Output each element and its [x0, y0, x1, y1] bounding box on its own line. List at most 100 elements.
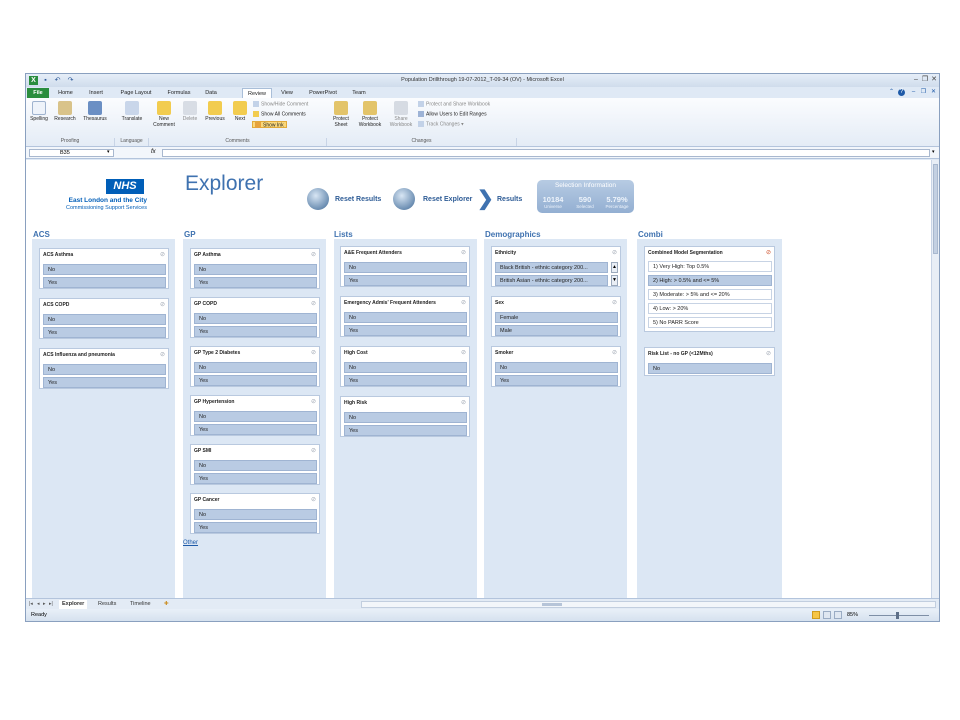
show-ink-button[interactable]: Show Ink — [252, 121, 287, 128]
clear-filter-icon[interactable]: ⊘ — [311, 300, 316, 307]
clear-filter-icon[interactable]: ⊘ — [461, 349, 466, 356]
clear-filter-icon[interactable]: ⊘ — [612, 299, 617, 306]
slicer-item-yes[interactable]: Yes — [43, 377, 166, 388]
protect-sheet-button[interactable]: Protect Sheet — [328, 101, 354, 128]
minimize-icon[interactable]: – — [910, 89, 917, 96]
tab-review[interactable]: Review — [242, 88, 272, 98]
slicer-item-no[interactable]: No — [344, 412, 467, 423]
prev-sheet-icon[interactable]: ◂ — [37, 600, 40, 609]
slicer-item-no[interactable]: No — [344, 312, 467, 323]
slicer-item-yes[interactable]: Yes — [344, 425, 467, 436]
previous-comment-button[interactable]: Previous — [202, 101, 228, 122]
slicer-item-no[interactable]: No — [495, 362, 618, 373]
slicer-item-yes[interactable]: Yes — [43, 327, 166, 338]
chevron-down-icon[interactable]: ▾ — [107, 149, 110, 155]
clear-filter-icon[interactable]: ⊘ — [461, 399, 466, 406]
scroll-thumb[interactable] — [933, 164, 938, 254]
clear-filter-icon[interactable]: ⊘ — [461, 249, 466, 256]
clear-filter-icon[interactable]: ⊘ — [461, 299, 466, 306]
tab-data[interactable]: Data — [200, 88, 222, 98]
next-sheet-icon[interactable]: ▸ — [43, 600, 46, 609]
reset-results-icon[interactable] — [307, 188, 329, 210]
slicer-item-yes[interactable]: Yes — [194, 473, 317, 484]
clear-filter-icon[interactable]: ⊘ — [766, 249, 771, 256]
slicer-item-yes[interactable]: Yes — [344, 325, 467, 336]
tab-view[interactable]: View — [276, 88, 298, 98]
vertical-scrollbar[interactable] — [931, 160, 939, 598]
tab-file[interactable]: File — [27, 88, 49, 98]
slicer-item-yes[interactable]: Yes — [344, 375, 467, 386]
thesaurus-button[interactable]: Thesaurus — [80, 101, 110, 122]
results-button[interactable]: Results — [497, 196, 522, 203]
slicer-item-ethnicity[interactable]: British Asian - ethnic category 200... — [495, 275, 608, 286]
close-icon[interactable]: ✕ — [930, 89, 937, 96]
clear-filter-icon[interactable]: ⊘ — [160, 301, 165, 308]
share-workbook-button[interactable]: Share Workbook — [386, 101, 416, 128]
page-layout-view-icon[interactable] — [823, 611, 831, 619]
reset-results-button[interactable]: Reset Results — [335, 196, 381, 203]
slicer-item-no[interactable]: No — [43, 364, 166, 375]
formula-input[interactable] — [162, 149, 930, 157]
slicer-item-yes[interactable]: Yes — [194, 522, 317, 533]
reset-explorer-button[interactable]: Reset Explorer — [423, 196, 472, 203]
slicer-item-yes[interactable]: Yes — [194, 326, 317, 337]
slicer-item-very-high[interactable]: 1) Very High: Top 0.5% — [648, 261, 772, 272]
slicer-item-no[interactable]: No — [648, 363, 772, 374]
sheet-tab-timeline[interactable]: Timeline — [130, 600, 151, 609]
reset-explorer-icon[interactable] — [393, 188, 415, 210]
help-icon[interactable]: ? — [898, 89, 905, 96]
slicer-item-no[interactable]: No — [43, 314, 166, 325]
page-break-view-icon[interactable] — [834, 611, 842, 619]
spelling-button[interactable]: Spelling — [28, 101, 50, 122]
clear-filter-icon[interactable]: ⊘ — [311, 398, 316, 405]
last-sheet-icon[interactable]: ▸| — [49, 600, 53, 609]
close-icon[interactable]: ✕ — [930, 75, 938, 84]
slicer-item-yes[interactable]: Yes — [344, 275, 467, 286]
clear-filter-icon[interactable]: ⊘ — [160, 351, 165, 358]
slicer-item-low[interactable]: 4) Low: > 20% — [648, 303, 772, 314]
scroll-down-icon[interactable]: ▼ — [611, 275, 618, 286]
slicer-item-yes[interactable]: Yes — [495, 375, 618, 386]
expand-formula-icon[interactable]: ▾ — [932, 149, 935, 155]
slicer-item-no[interactable]: No — [344, 362, 467, 373]
slicer-item-ethnicity[interactable]: Black British - ethnic category 200... — [495, 262, 608, 273]
tab-team[interactable]: Team — [348, 88, 370, 98]
scroll-thumb[interactable] — [542, 603, 562, 606]
first-sheet-icon[interactable]: |◂ — [29, 600, 33, 609]
slicer-item-no[interactable]: No — [194, 411, 317, 422]
slicer-item-high[interactable]: 2) High: > 0.5% and <= 5% — [648, 275, 772, 286]
clear-filter-icon[interactable]: ⊘ — [311, 447, 316, 454]
clear-filter-icon[interactable]: ⊘ — [612, 349, 617, 356]
delete-comment-button[interactable]: Delete — [179, 101, 201, 122]
slicer-item-yes[interactable]: Yes — [43, 277, 166, 288]
zoom-level[interactable]: 85% — [847, 612, 858, 618]
slicer-item-no[interactable]: No — [43, 264, 166, 275]
scroll-up-icon[interactable]: ▲ — [611, 262, 618, 273]
fx-icon[interactable]: fx — [151, 149, 156, 155]
tab-formulas[interactable]: Formulas — [162, 88, 196, 98]
ribbon-collapse-icon[interactable]: ⌃ — [888, 89, 895, 96]
slicer-item-no[interactable]: No — [194, 362, 317, 373]
slicer-item-yes[interactable]: Yes — [194, 424, 317, 435]
slicer-item-moderate[interactable]: 3) Moderate: > 5% and <= 20% — [648, 289, 772, 300]
protect-workbook-button[interactable]: Protect Workbook — [355, 101, 385, 128]
new-comment-button[interactable]: New Comment — [150, 101, 178, 128]
tab-page-layout[interactable]: Page Layout — [114, 88, 158, 98]
slicer-item-male[interactable]: Male — [495, 325, 618, 336]
clear-filter-icon[interactable]: ⊘ — [311, 496, 316, 503]
tab-insert[interactable]: Insert — [82, 88, 110, 98]
clear-filter-icon[interactable]: ⊘ — [160, 251, 165, 258]
tab-powerpivot[interactable]: PowerPivot — [302, 88, 344, 98]
restore-icon[interactable]: ❐ — [921, 75, 929, 84]
minimize-icon[interactable]: – — [912, 75, 920, 84]
name-box[interactable]: B35 — [29, 149, 114, 157]
sheet-tab-explorer[interactable]: Explorer — [59, 600, 88, 609]
allow-edit-ranges-button[interactable]: Allow Users to Edit Ranges — [418, 111, 487, 118]
clear-filter-icon[interactable]: ⊘ — [311, 349, 316, 356]
clear-filter-icon[interactable]: ⊘ — [612, 249, 617, 256]
slicer-item-female[interactable]: Female — [495, 312, 618, 323]
zoom-slider-thumb[interactable] — [896, 612, 899, 619]
tab-home[interactable]: Home — [53, 88, 78, 98]
sheet-tab-results[interactable]: Results — [98, 600, 116, 609]
clear-filter-icon[interactable]: ⊘ — [766, 350, 771, 357]
